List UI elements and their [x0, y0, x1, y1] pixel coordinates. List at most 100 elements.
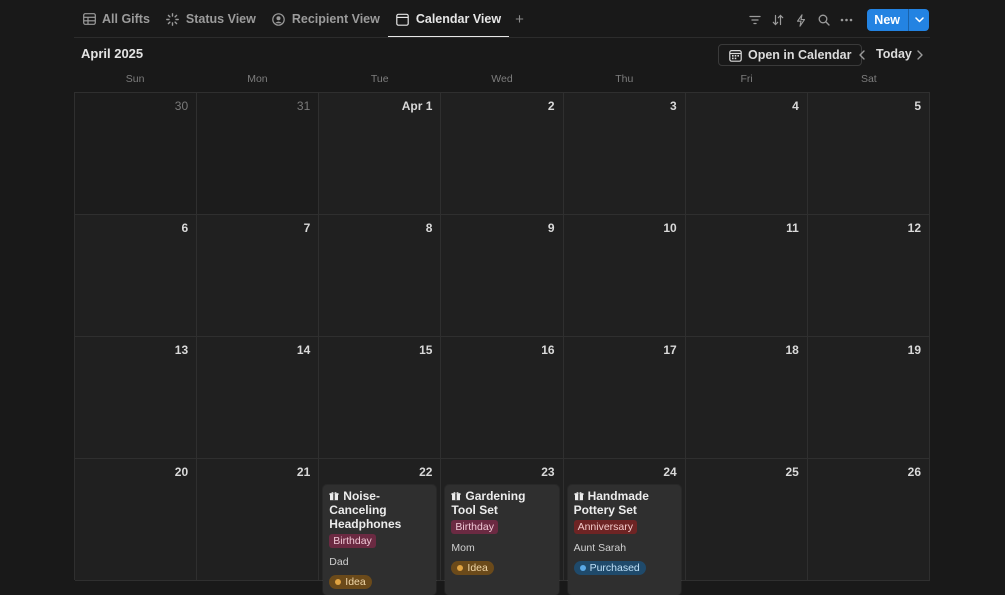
day-number: 9 — [547, 221, 555, 235]
filter-button[interactable] — [746, 10, 763, 30]
search-button[interactable] — [815, 10, 832, 30]
calendar-day-cell[interactable]: Apr 1 — [319, 93, 442, 215]
open-in-calendar-button[interactable]: Open in Calendar — [718, 44, 862, 66]
calendar-day-cell[interactable]: 20 — [75, 459, 198, 581]
calendar-day-cell[interactable]: 4 — [685, 93, 808, 215]
calendar-day-cell[interactable]: 23 Gardening Tool Set Birthday Mom Idea — [441, 459, 564, 595]
gift-icon — [451, 490, 461, 501]
occasion-tag: Anniversary — [573, 520, 638, 534]
recipient-name: Mom — [451, 542, 475, 554]
calendar-day-cell[interactable]: 7 — [197, 215, 320, 337]
calendar-day-cell[interactable]: 11 — [685, 215, 808, 337]
calendar-day-cell[interactable]: 9 — [441, 215, 564, 337]
day-number: 23 — [541, 465, 555, 479]
weekday-label: Tue — [370, 73, 389, 85]
today-button[interactable]: Today — [876, 47, 912, 61]
occasion-tag: Birthday — [451, 520, 498, 534]
month-title: April 2025 — [81, 46, 144, 61]
calendar-day-cell[interactable]: 15 — [319, 337, 442, 459]
weekday-label: Wed — [491, 73, 513, 85]
tab-all-gifts[interactable]: All Gifts — [74, 0, 158, 38]
day-number: 25 — [785, 465, 799, 479]
calendar-day-cell[interactable]: 25 — [685, 459, 808, 581]
day-number: 2 — [547, 99, 555, 113]
view-tab-bar: All Gifts Status View Recipient View Cal… — [0, 0, 1005, 38]
weekday-label: Sun — [125, 73, 145, 85]
tab-label: Recipient View — [291, 12, 380, 26]
tab-label: All Gifts — [102, 12, 150, 26]
day-number: 3 — [670, 99, 677, 113]
calendar-day-cell[interactable]: 21 — [197, 459, 320, 581]
previous-month-button[interactable] — [854, 46, 870, 64]
gift-icon — [329, 490, 339, 501]
day-number: 4 — [792, 99, 799, 113]
status-dot-icon — [457, 565, 464, 571]
sort-icon — [772, 14, 784, 26]
calendar-day-cell[interactable]: 5 — [807, 93, 930, 215]
table-icon — [82, 12, 96, 26]
day-number: 16 — [541, 343, 555, 357]
event-card[interactable]: Gardening Tool Set Birthday Mom Idea — [445, 485, 559, 595]
calendar-day-cell[interactable]: 14 — [197, 337, 320, 459]
calendar-day-cell[interactable]: 8 — [319, 215, 442, 337]
more-options-button[interactable] — [838, 10, 855, 30]
tab-label: Calendar View — [415, 12, 502, 26]
person-circle-icon — [272, 12, 286, 26]
day-number: 5 — [914, 99, 921, 113]
view-tabs: All Gifts Status View Recipient View Cal… — [74, 0, 530, 38]
calendar-day-cell[interactable]: 6 — [75, 215, 198, 337]
tab-recipient-view[interactable]: Recipient View — [264, 0, 388, 38]
more-icon — [840, 18, 853, 22]
event-title: Gardening Tool Set — [451, 489, 552, 517]
calendar-day-cell[interactable]: 16 — [441, 337, 564, 459]
day-number: 18 — [785, 343, 799, 357]
status-dot-icon — [579, 565, 586, 571]
chevron-down-icon — [914, 17, 924, 23]
tab-bar-divider — [74, 37, 930, 38]
day-number: 30 — [174, 99, 189, 113]
calendar-day-cell[interactable]: 22 Noise-Canceling Headphones Birthday Dad I… — [319, 459, 442, 595]
day-number: 21 — [296, 465, 311, 479]
weekday-label: Fri — [740, 73, 753, 85]
weekday-header: Sun Mon Tue Wed Thu Fri Sat — [74, 72, 930, 92]
day-number: Apr 1 — [401, 99, 433, 113]
day-number: 26 — [907, 465, 921, 479]
calendar-day-cell[interactable]: 2 — [441, 93, 564, 215]
sort-button[interactable] — [769, 10, 786, 30]
tab-label: Status View — [185, 12, 256, 26]
calendar-day-cell[interactable]: 19 — [807, 337, 930, 459]
view-toolbar: New — [746, 9, 929, 31]
day-number: 20 — [174, 465, 189, 479]
filter-icon — [749, 15, 761, 25]
calendar-day-cell[interactable]: 12 — [807, 215, 930, 337]
day-number: 24 — [663, 465, 677, 479]
loading-icon — [166, 12, 180, 26]
add-view-button[interactable]: + — [509, 0, 530, 38]
calendar-day-cell[interactable]: 26 — [807, 459, 930, 581]
calendar-day-cell[interactable]: 24 Handmade Pottery Set Anniversary Aunt Sa… — [563, 459, 686, 595]
event-card[interactable]: Handmade Pottery Set Anniversary Aunt Sara… — [567, 485, 681, 595]
search-icon — [818, 14, 830, 26]
day-number: 22 — [419, 465, 433, 479]
new-button[interactable]: New — [867, 9, 909, 31]
calendar-day-cell[interactable]: 13 — [75, 337, 198, 459]
calendar-day-cell[interactable]: 17 — [563, 337, 686, 459]
calendar-day-cell[interactable]: 10 — [563, 215, 686, 337]
day-number: 11 — [786, 221, 799, 235]
gift-icon — [574, 490, 584, 501]
day-number: 17 — [663, 343, 677, 357]
calendar-day-cell[interactable]: 30 — [75, 93, 198, 215]
day-number: 7 — [303, 221, 311, 235]
next-month-button[interactable] — [912, 46, 928, 64]
automation-button[interactable] — [792, 10, 809, 30]
new-dropdown-button[interactable] — [909, 9, 929, 31]
tab-calendar-view[interactable]: Calendar View — [387, 0, 510, 38]
tab-status-view[interactable]: Status View — [158, 0, 264, 38]
recipient-name: Dad — [329, 556, 349, 568]
event-card[interactable]: Noise-Canceling Headphones Birthday Dad Ide… — [323, 485, 437, 595]
day-number: 8 — [425, 221, 433, 235]
calendar-day-cell[interactable]: 3 — [563, 93, 686, 215]
day-number: 12 — [907, 221, 921, 235]
calendar-day-cell[interactable]: 31 — [197, 93, 320, 215]
calendar-day-cell[interactable]: 18 — [685, 337, 808, 459]
